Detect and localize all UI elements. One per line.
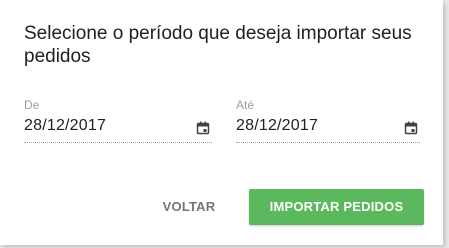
date-to-label: Até: [236, 98, 255, 112]
date-from-value[interactable]: 28/12/2017: [24, 117, 106, 135]
import-orders-dialog: Selecione o período que deseja importar …: [0, 0, 443, 245]
date-to-underline: [236, 142, 420, 143]
calendar-icon[interactable]: [196, 121, 210, 135]
back-button[interactable]: VOLTAR: [150, 189, 228, 225]
import-orders-button[interactable]: IMPORTAR PEDIDOS: [249, 189, 424, 225]
date-to-value[interactable]: 28/12/2017: [236, 117, 318, 135]
date-from-underline: [24, 142, 212, 143]
calendar-icon[interactable]: [404, 121, 418, 135]
date-from-field[interactable]: De 28/12/2017: [24, 98, 212, 144]
date-from-label: De: [24, 98, 40, 112]
dialog-title: Selecione o período que deseja importar …: [24, 23, 412, 67]
date-to-field[interactable]: Até 28/12/2017: [236, 98, 420, 144]
